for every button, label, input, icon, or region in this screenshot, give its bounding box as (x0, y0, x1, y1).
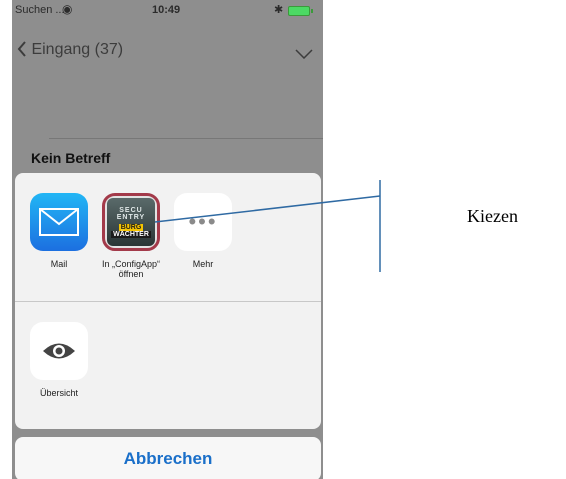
annotation-label: Kiezen (467, 206, 518, 226)
callout-pointer-line (154, 195, 381, 223)
annotation-callout (154, 180, 381, 272)
